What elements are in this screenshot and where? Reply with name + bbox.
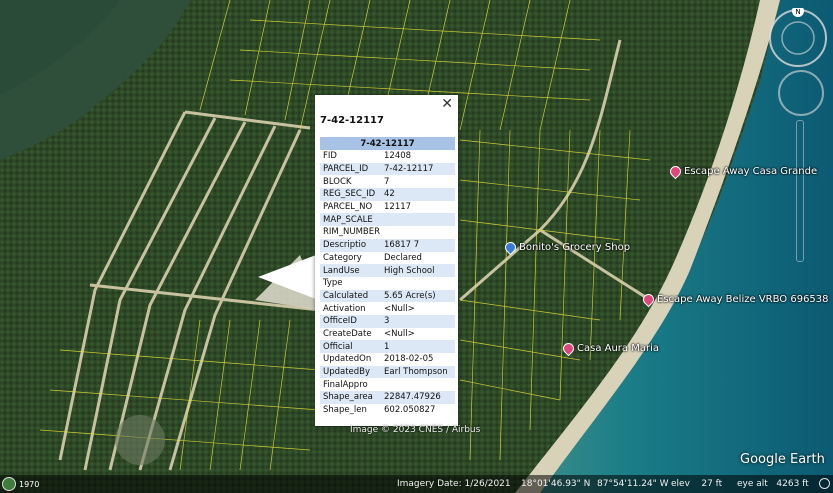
attribute-table: 7-42-12117 FID 12408 PARCEL_ID 7-42-12117 BL…	[320, 137, 455, 416]
attribute-key: RIM_NUMBER	[323, 227, 381, 238]
map-pin-icon	[667, 163, 684, 180]
attribute-key: Type	[323, 278, 343, 289]
attribute-key: LandUse	[320, 264, 381, 277]
attribute-value: 7	[384, 176, 390, 187]
table-row: Official 1	[320, 340, 455, 353]
attribute-key: CreateDate	[323, 328, 372, 339]
table-row: UpdatedOn 2018-02-05	[320, 353, 455, 366]
attribute-key: FinalAppro	[323, 379, 368, 390]
place-marker-casa-grande[interactable]: Escape Away Casa Grande	[667, 163, 818, 180]
attribute-key: FID	[323, 151, 337, 162]
historical-imagery-button[interactable]: 1970	[2, 477, 39, 491]
table-row: BLOCK 7	[320, 175, 455, 188]
attribute-key: Shape_len	[323, 405, 367, 416]
imagery-date: Imagery Date: 1/26/2021	[397, 479, 511, 489]
clock-icon	[2, 477, 16, 491]
attribute-value: 16817 7	[381, 238, 455, 252]
attribute-value: 1	[381, 340, 455, 353]
map-pin-icon	[640, 291, 657, 308]
attribute-value: 7-42-12117	[381, 162, 455, 176]
table-row: UpdatedBy Earl Thompson	[320, 365, 455, 379]
popup-pointer	[258, 255, 316, 299]
attribute-key: PARCEL_NO	[323, 202, 373, 213]
elevation-readout: elev 27 ft	[671, 479, 723, 489]
place-marker-vrbo[interactable]: Escape Away Belize VRBO 696538	[640, 291, 829, 308]
table-row: LandUse High School	[320, 264, 455, 277]
attribute-value: 12408	[384, 151, 412, 162]
eye-altitude-readout: eye alt 4263 ft	[737, 479, 809, 489]
table-row: OfficeID 3	[320, 314, 455, 328]
shopping-pin-icon	[502, 239, 519, 256]
table-row: Category Declared	[320, 252, 455, 265]
status-indicator-icon	[819, 478, 830, 489]
table-row: FID 12408	[320, 150, 455, 163]
attribute-key: Descriptio	[320, 238, 381, 252]
imagery-credit: Image © 2023 CNES / Airbus	[350, 425, 481, 435]
attribute-key: Official	[320, 340, 381, 353]
attribute-key: BLOCK	[323, 176, 352, 187]
table-row: PARCEL_NO 12117	[320, 201, 455, 214]
table-row: Activation <Null>	[320, 302, 455, 315]
attribute-value	[381, 277, 455, 290]
attribute-value	[381, 378, 455, 391]
table-row: Shape_len 602.050827	[320, 404, 455, 417]
attribute-key: Shape_area	[320, 391, 381, 404]
attribute-value	[381, 226, 455, 239]
close-icon[interactable]: ✕	[441, 97, 453, 111]
attribute-key: PARCEL_ID	[320, 162, 381, 176]
year-label: 1970	[19, 479, 40, 489]
zoom-slider[interactable]	[796, 120, 804, 262]
table-row: PARCEL_ID 7-42-12117	[320, 162, 455, 176]
attribute-key: Activation	[323, 303, 366, 314]
attribute-value: Earl Thompson	[381, 365, 455, 379]
place-label: Escape Away Belize VRBO 696538	[657, 294, 829, 305]
attribute-value: <Null>	[384, 328, 415, 339]
compass-north-label: N	[795, 8, 800, 16]
table-row: Type	[320, 277, 455, 290]
attribute-value: 602.050827	[384, 405, 436, 416]
attribute-value	[381, 213, 455, 227]
map-pin-icon	[560, 340, 577, 357]
attribute-key: OfficeID	[320, 314, 381, 328]
attribute-key: Category	[323, 252, 362, 263]
place-label: Bonito's Grocery Shop	[519, 242, 631, 253]
attribute-value: <Null>	[384, 303, 415, 314]
attribute-value: 22847.47926	[381, 391, 455, 404]
attribute-value: 5.65 Acre(s)	[381, 289, 455, 303]
pan-control[interactable]	[778, 70, 824, 116]
parcel-info-popup: 7-42-12117 ✕ 7-42-12117 FID 12408 PARCEL_I…	[315, 95, 458, 426]
attribute-key: MAP_SCALE	[320, 213, 381, 227]
table-row: Shape_area 22847.47926	[320, 391, 455, 404]
status-bar: Imagery Date: 1/26/2021 18°01'46.93" N 8…	[0, 475, 833, 493]
attribute-value: Declared	[384, 252, 422, 263]
place-label: Casa Aura Maria	[577, 343, 659, 354]
longitude-readout: 87°54'11.24" W	[597, 479, 669, 489]
attribute-key: UpdatedOn	[323, 354, 372, 365]
table-row: FinalAppro	[320, 378, 455, 391]
attribute-value: 42	[381, 188, 455, 201]
place-label: Escape Away Casa Grande	[684, 166, 818, 177]
place-marker-grocery[interactable]: Bonito's Grocery Shop	[502, 239, 631, 256]
place-marker-casa-aura[interactable]: Casa Aura Maria	[560, 340, 659, 357]
table-row: Descriptio 16817 7	[320, 238, 455, 252]
attribute-value: 3	[381, 314, 455, 328]
table-row: RIM_NUMBER	[320, 226, 455, 239]
table-row: REG_SEC_ID 42	[320, 188, 455, 201]
popup-title: 7-42-12117	[320, 115, 384, 126]
table-row: CreateDate <Null>	[320, 328, 455, 341]
table-header: 7-42-12117	[320, 137, 455, 150]
table-row: MAP_SCALE	[320, 213, 455, 227]
attribute-key: Calculated	[320, 289, 381, 303]
latitude-readout: 18°01'46.93" N	[521, 479, 591, 489]
google-earth-logo: Google Earth	[740, 452, 825, 467]
attribute-value: High School	[381, 264, 455, 277]
attribute-value: 2018-02-05	[384, 354, 434, 365]
attribute-key: REG_SEC_ID	[320, 188, 381, 201]
attribute-value: 12117	[384, 202, 412, 213]
attribute-key: UpdatedBy	[320, 365, 381, 379]
table-row: Calculated 5.65 Acre(s)	[320, 289, 455, 303]
navigation-control[interactable]: N	[768, 8, 828, 68]
